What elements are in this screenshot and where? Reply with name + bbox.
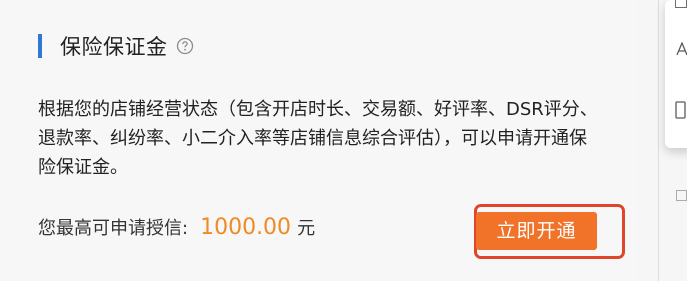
right-divider xyxy=(658,0,659,281)
credit-amount: 1000.00 xyxy=(200,215,292,240)
insurance-deposit-card: 保险保证金 根据您的店铺经营状态（包含开店时长、交易额、好评率、DSR评分、退款… xyxy=(0,0,638,281)
letter-a-icon[interactable] xyxy=(676,41,687,56)
section-header: 保险保证金 xyxy=(38,33,194,59)
panel-top-icon[interactable] xyxy=(675,0,687,8)
document-icon[interactable] xyxy=(675,101,687,119)
credit-label: 您最高可申请授信: xyxy=(38,218,189,239)
floating-side-panel xyxy=(665,0,687,148)
section-title: 保险保证金 xyxy=(60,35,168,59)
question-circle-icon[interactable] xyxy=(176,37,194,55)
title-accent-bar xyxy=(38,34,42,58)
section-description: 根据您的店铺经营状态（包含开店时长、交易额、好评率、DSR评分、退款率、纠纷率、… xyxy=(38,99,598,178)
small-box-icon[interactable] xyxy=(676,190,687,201)
credit-unit: 元 xyxy=(297,218,316,239)
open-now-button[interactable]: 立即开通 xyxy=(476,212,597,250)
credit-info: 您最高可申请授信: 1000.00 元 xyxy=(38,214,315,240)
